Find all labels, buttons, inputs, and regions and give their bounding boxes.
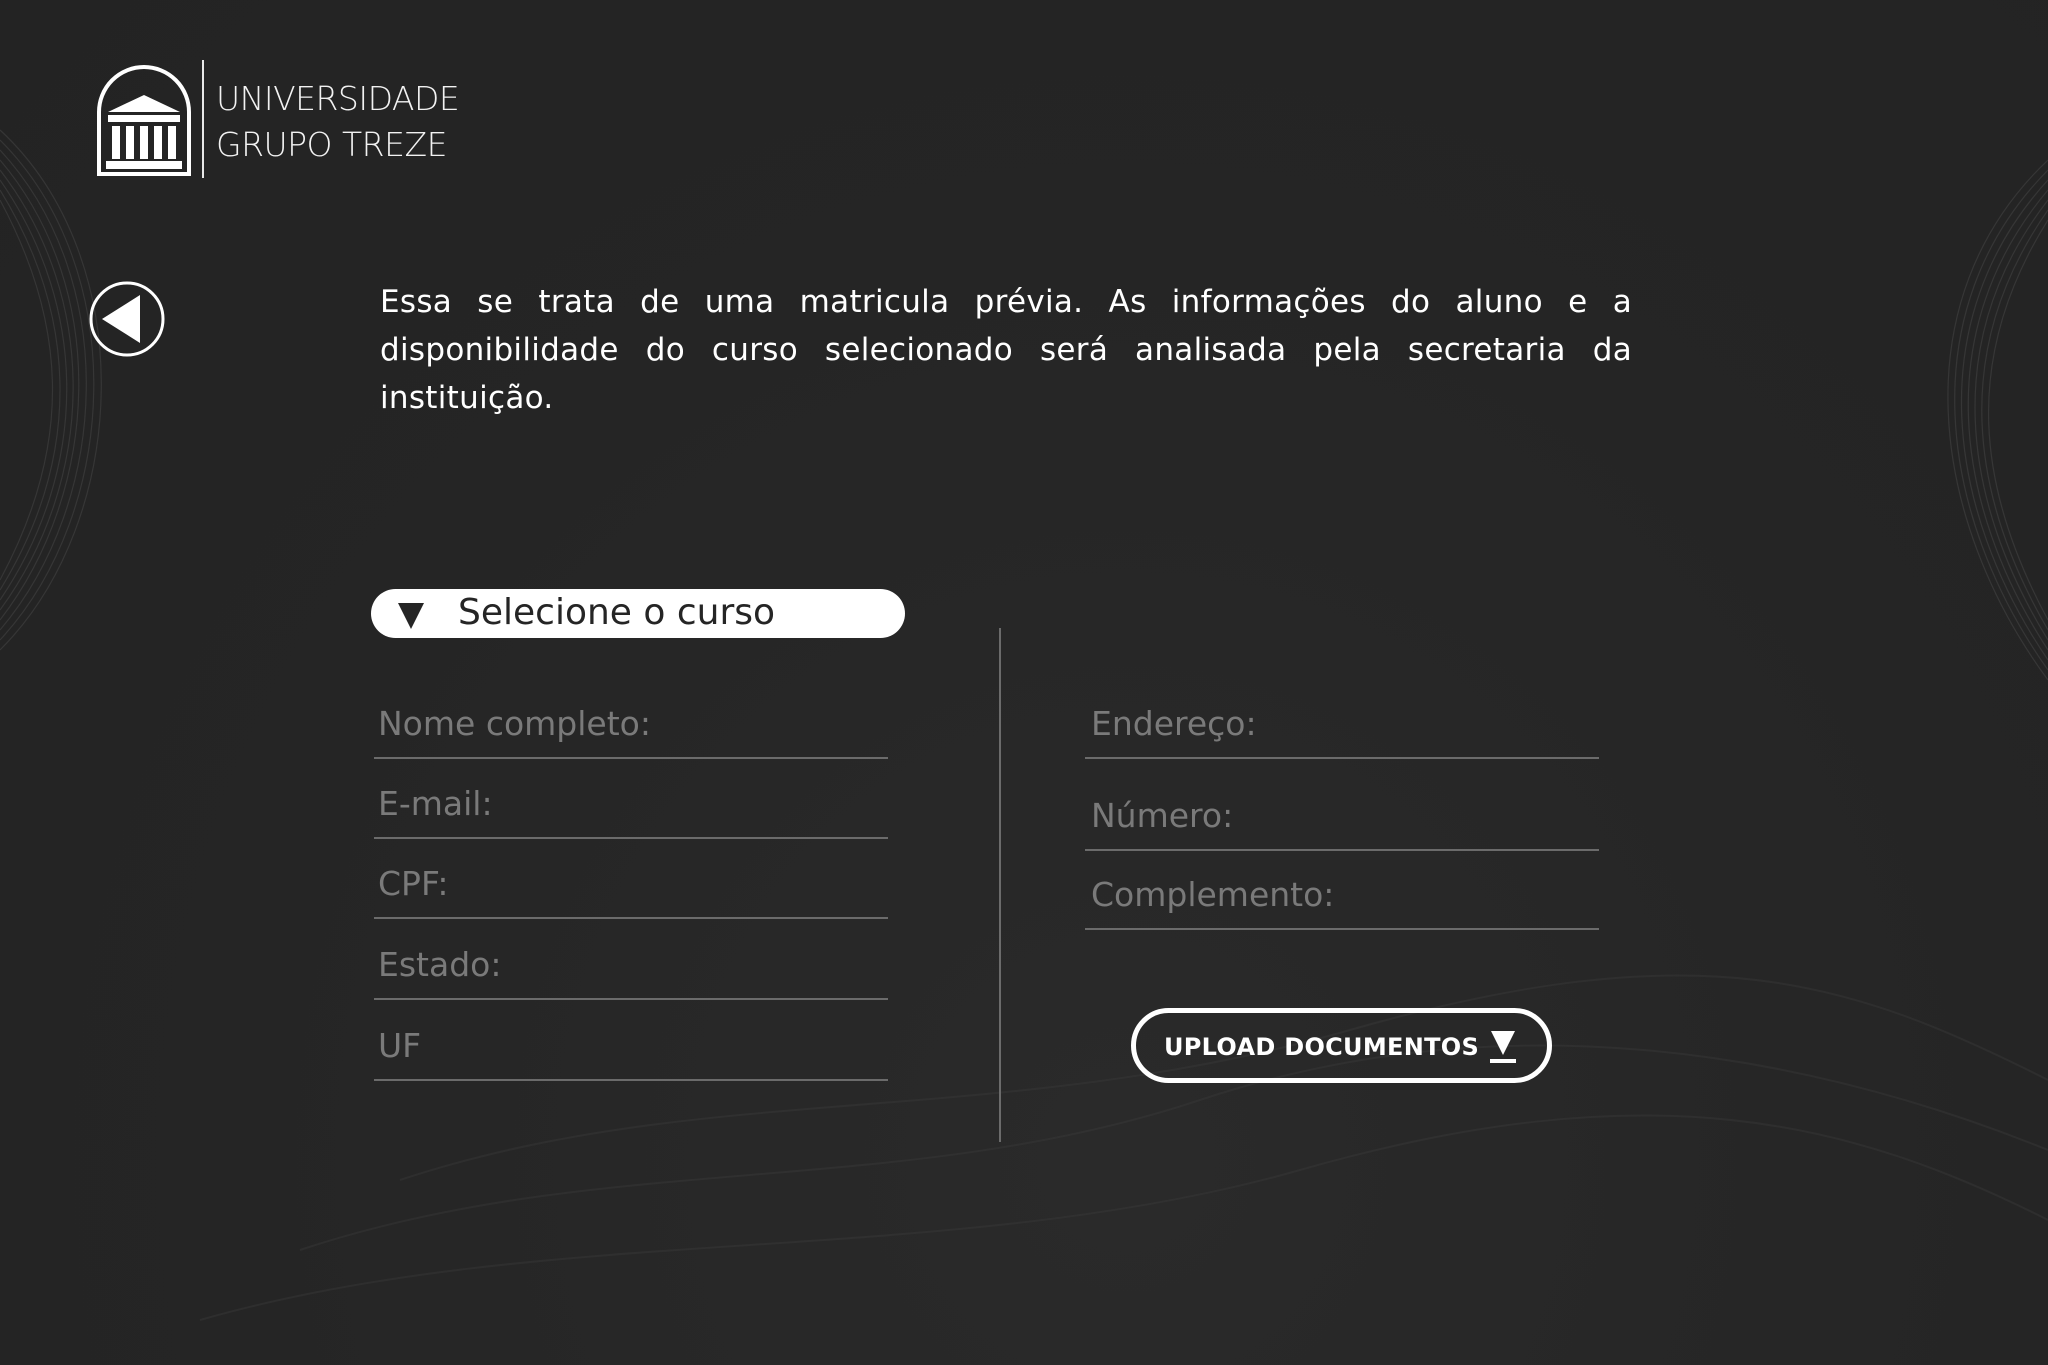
logo-text: UNIVERSIDADE GRUPO TREZE: [216, 76, 460, 168]
email-label: E-mail:: [378, 784, 493, 823]
building-icon: [97, 65, 191, 176]
logo-line-1: UNIVERSIDADE: [216, 79, 460, 118]
uf-label: UF: [378, 1026, 422, 1065]
back-arrow-icon[interactable]: [88, 280, 166, 358]
number-field[interactable]: Número:: [1085, 789, 1599, 851]
full-name-label: Nome completo:: [378, 704, 651, 743]
download-arrow-icon: [1490, 1031, 1516, 1063]
address-label: Endereço:: [1091, 704, 1257, 743]
uf-field[interactable]: UF: [374, 1019, 888, 1081]
logo-divider: [202, 60, 204, 178]
course-select-dropdown[interactable]: Selecione o curso: [371, 589, 905, 638]
upload-documents-label: UPLOAD DOCUMENTOS: [1164, 1033, 1480, 1061]
complement-field[interactable]: Complemento:: [1085, 868, 1599, 930]
logo-line-2: GRUPO TREZE: [216, 125, 447, 164]
registration-screen: UNIVERSIDADE GRUPO TREZE Essa se trata d…: [0, 0, 2048, 1365]
intro-description: Essa se trata de uma matricula prévia. A…: [380, 284, 1632, 416]
upload-documents-button[interactable]: UPLOAD DOCUMENTOS: [1131, 1008, 1552, 1083]
triangle-down-icon: [398, 603, 424, 629]
address-field[interactable]: Endereço:: [1085, 697, 1599, 759]
background-swirl-decoration: [0, 129, 2048, 1321]
university-logo: UNIVERSIDADE GRUPO TREZE: [96, 60, 460, 182]
form-divider: [999, 628, 1001, 1142]
full-name-field[interactable]: Nome completo:: [374, 697, 888, 759]
state-label: Estado:: [378, 945, 502, 984]
cpf-field[interactable]: CPF:: [374, 857, 888, 919]
course-select-label: Selecione o curso: [458, 592, 776, 633]
complement-label: Complemento:: [1091, 875, 1335, 914]
state-field[interactable]: Estado:: [374, 938, 888, 1000]
email-field[interactable]: E-mail:: [374, 777, 888, 839]
number-label: Número:: [1091, 796, 1234, 835]
cpf-label: CPF:: [378, 864, 449, 903]
